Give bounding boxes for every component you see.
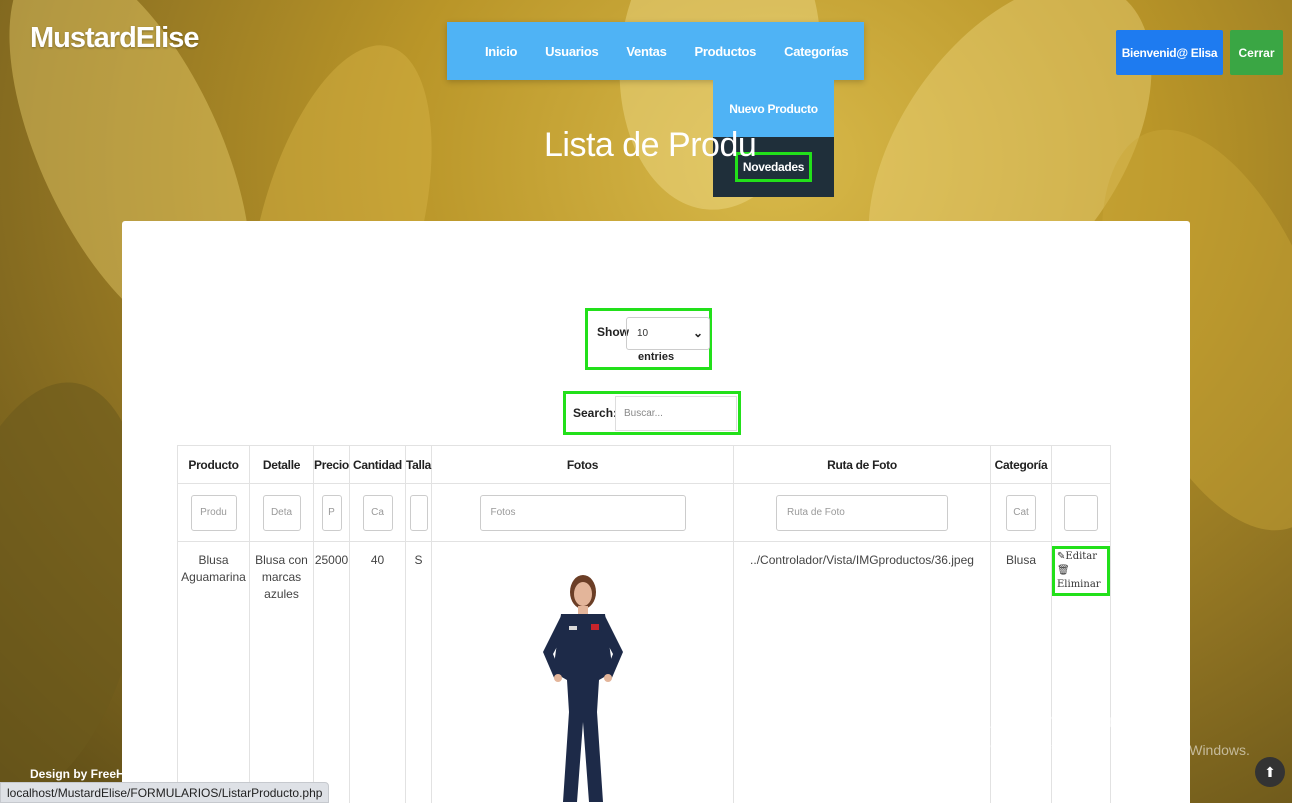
entries-select[interactable]: 10 ⌄ — [626, 317, 710, 350]
page-title: Lista de Produ — [544, 126, 757, 164]
cell-actions: ✎Editar 🗑Eliminar — [1051, 541, 1111, 803]
filter-fotos-input[interactable]: Fotos — [479, 494, 686, 531]
filter-detalle-input[interactable]: Deta — [262, 494, 301, 531]
cell-producto: Blusa Aguamarina — [177, 541, 250, 803]
cell-categoria: Blusa — [990, 541, 1052, 803]
delete-button[interactable]: 🗑Eliminar — [1057, 564, 1105, 592]
column-header-categoria[interactable]: Categoría — [990, 445, 1052, 484]
show-entries-control: Show 10 ⌄ entries — [585, 308, 712, 370]
product-photo — [542, 575, 623, 802]
filter-producto-input[interactable]: Produ — [190, 494, 237, 531]
nav-item-usuarios[interactable]: Usuarios — [545, 44, 599, 59]
column-header-talla[interactable]: Talla — [405, 445, 432, 484]
nav-item-inicio[interactable]: Inicio — [485, 44, 517, 59]
windows-activation-text: Ve a Configuración para activar Windows. — [990, 742, 1250, 758]
design-credit: Design by FreeHTM — [30, 767, 143, 781]
nav-item-productos[interactable]: Productos — [695, 44, 757, 59]
logout-button[interactable]: Cerrar — [1230, 30, 1283, 75]
windows-activation-title: Activar Windows — [990, 710, 1146, 733]
filter-categoria-input[interactable]: Cat — [1006, 494, 1036, 531]
cell-fotos — [431, 541, 734, 803]
chevron-down-icon: ⌄ — [692, 326, 703, 340]
column-header-fotos[interactable]: Fotos — [431, 445, 734, 484]
brand-logo[interactable]: MustardElise — [30, 22, 199, 55]
cell-cantidad: 40 — [349, 541, 406, 803]
filter-precio-input[interactable]: P — [321, 494, 342, 531]
filter-row: Produ Deta P Ca Fotos Ruta de Foto Cat — [177, 483, 1111, 542]
cell-talla: S — [405, 541, 432, 803]
edit-button[interactable]: ✎Editar — [1057, 550, 1105, 564]
upload-icon: ⬆ — [1264, 763, 1276, 780]
cell-precio: 25000 — [313, 541, 350, 803]
filter-ruta-input[interactable]: Ruta de Foto — [776, 494, 948, 531]
search-control: Search: Buscar... — [563, 391, 741, 435]
column-header-ruta[interactable]: Ruta de Foto — [733, 445, 991, 484]
scroll-top-button[interactable]: ⬆ — [1255, 757, 1285, 787]
search-label: Search: — [573, 406, 618, 420]
products-table: Producto Detalle Precio Cantidad Talla F… — [177, 445, 1111, 803]
show-label: Show — [597, 325, 629, 339]
column-header-detalle[interactable]: Detalle — [249, 445, 314, 484]
browser-status-url: localhost/MustardElise/FORMULARIOS/Lista… — [0, 782, 330, 803]
nav-item-categorias[interactable]: Categorías — [784, 44, 849, 59]
cell-detalle: Blusa con marcas azules — [249, 541, 314, 803]
filter-actions-input[interactable] — [1064, 494, 1098, 531]
column-header-precio[interactable]: Precio — [313, 445, 350, 484]
search-input[interactable]: Buscar... — [615, 396, 737, 431]
filter-cantidad-input[interactable]: Ca — [362, 494, 393, 531]
trash-icon: 🗑 — [1057, 565, 1070, 576]
column-header-cantidad[interactable]: Cantidad — [349, 445, 406, 484]
table-row: Blusa Aguamarina Blusa con marcas azules… — [177, 541, 1111, 803]
entries-select-value: 10 — [637, 328, 649, 339]
cell-ruta: ../Controlador/Vista/IMGproductos/36.jpe… — [733, 541, 991, 803]
column-header-producto[interactable]: Producto — [177, 445, 250, 484]
filter-talla-input[interactable] — [409, 494, 428, 531]
nav-item-ventas[interactable]: Ventas — [626, 44, 666, 59]
main-nav: Inicio Usuarios Ventas Productos Categor… — [447, 22, 864, 80]
welcome-button[interactable]: Bienvenid@ Elisa — [1116, 30, 1223, 75]
column-header-actions — [1051, 445, 1111, 484]
entries-label: entries — [638, 351, 675, 363]
row-actions: ✎Editar 🗑Eliminar — [1052, 546, 1110, 596]
